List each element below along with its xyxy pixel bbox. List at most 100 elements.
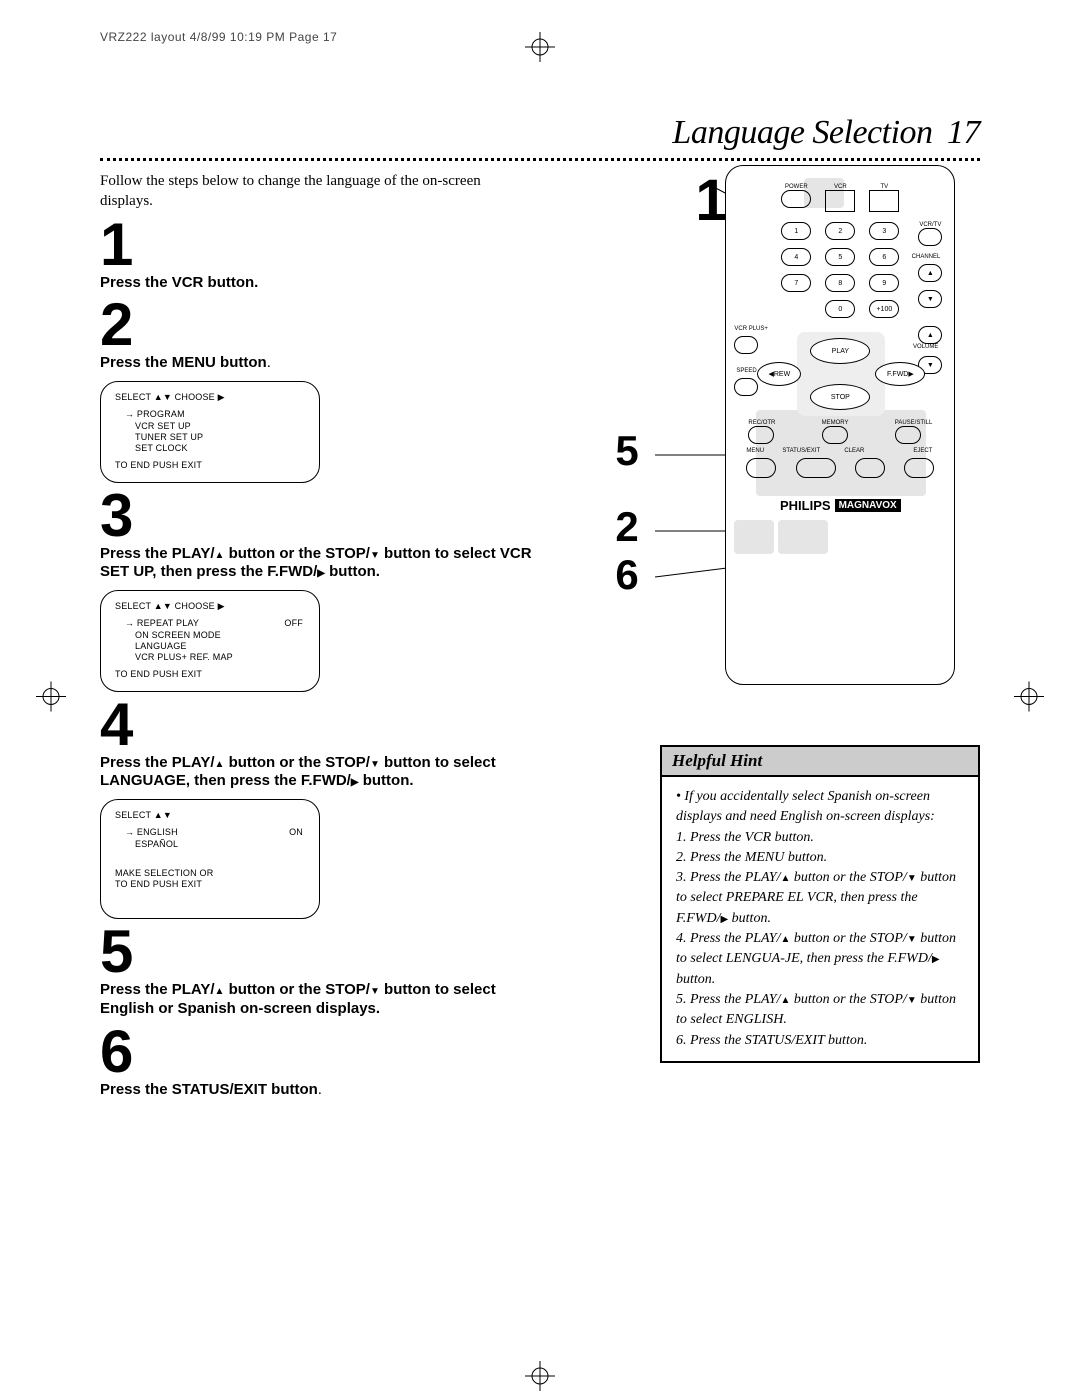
step-5-text: Press the PLAY/ button or the STOP/ butt… [100,981,535,1019]
num-3-button[interactable]: 3 [869,222,899,240]
step-1-number: 1 [100,218,535,272]
right-triangle-icon [317,563,325,580]
osd3-item: ENGLISH [125,827,307,838]
statusexit-button[interactable] [796,458,836,478]
osd-screen-2: SELECT ▲▼ CHOOSE ▶ REPEAT PLAY OFF ON SC… [100,590,320,692]
osd2-footer: TO END PUSH EXIT [115,669,307,680]
step-1-text: Press the VCR button. [100,274,258,291]
num-0-button[interactable]: 0 [825,300,855,318]
pointer-2: 2 [615,503,638,551]
up-triangle-icon [781,992,791,1007]
num-9-button[interactable]: 9 [869,274,899,292]
osd1-footer: TO END PUSH EXIT [115,460,307,471]
clear-button[interactable] [855,458,885,478]
rewind-button[interactable]: ◀ REW [757,362,801,386]
down-triangle-icon [370,545,380,562]
osd3-footer-2: TO END PUSH EXIT [115,879,307,890]
up-triangle-icon [215,754,225,771]
num-6-button[interactable]: 6 [869,248,899,266]
vcr-button[interactable] [825,190,855,212]
transport-controls: PLAY STOP ◀ REW F.FWD ▶ [755,338,925,410]
ffwd-button[interactable]: F.FWD ▶ [875,362,925,386]
steps-column: Follow the steps below to change the lan… [100,171,535,1099]
pointer-5: 5 [615,427,638,475]
hint-step-4: 4. Press the PLAY/ button or the STOP/ b… [676,929,964,990]
eject-label: EJECT [913,448,932,454]
helpful-hint-box: Helpful Hint If you accidentally select … [660,745,980,1063]
hint-bullet: If you accidentally select Spanish on-sc… [676,787,964,828]
num-1-button[interactable]: 1 [781,222,811,240]
osd-screen-3: SELECT ▲▼ ENGLISH ON ESPAÑOL MAKE SELECT… [100,799,320,919]
menu-button[interactable] [746,458,776,478]
num-8-button[interactable]: 8 [825,274,855,292]
menu-label: MENU [746,448,764,454]
osd1-item: PROGRAM [125,409,307,420]
up-triangle-icon [215,981,225,998]
title-row: Language Selection 17 [100,114,980,152]
osd2-value: OFF [284,618,303,629]
brand-row: PHILIPS MAGNAVOX [740,498,940,513]
vcrtv-button[interactable] [918,228,942,246]
manual-page: VRZ222 layout 4/8/99 10:19 PM Page 17 La… [0,0,1080,1397]
up-triangle-icon [781,870,791,885]
vcrtv-label: VCR/TV [918,222,942,228]
down-triangle-icon [370,754,380,771]
page-number: 17 [947,114,980,151]
right-triangle-icon [351,772,359,789]
osd1-header: SELECT ▲▼ CHOOSE ▶ [115,392,307,403]
up-triangle-icon [215,545,225,562]
osd2-item: VCR PLUS+ REF. MAP [135,652,307,663]
step-3-number: 3 [100,489,535,543]
brand-philips: PHILIPS [780,498,831,513]
dotted-separator [100,158,980,161]
crop-mark-left-icon [36,681,66,716]
speed-label: SPEED [736,368,756,374]
step-4-number: 4 [100,698,535,752]
num-5-button[interactable]: 5 [825,248,855,266]
osd3-footer-1: MAKE SELECTION OR [115,868,307,879]
remote-diagram: 5 2 6 [625,165,955,685]
step-2-number: 2 [100,298,535,352]
brand-magnavox: MAGNAVOX [835,499,901,512]
num-4-button[interactable]: 4 [781,248,811,266]
channel-up-button[interactable]: ▲ [918,264,942,282]
osd3-value: ON [289,827,303,838]
tv-button[interactable] [869,190,899,212]
hint-step-5: 5. Press the PLAY/ button or the STOP/ b… [676,990,964,1031]
crop-mark-top-icon [525,32,555,62]
eject-button[interactable] [904,458,934,478]
crop-mark-bottom-icon [525,1361,555,1391]
osd2-item: LANGUAGE [135,641,307,652]
down-triangle-icon [907,870,917,885]
step-4-text: Press the PLAY/ button or the STOP/ butt… [100,754,535,792]
vcrplus-label: VCR PLUS+ [734,326,768,332]
statusexit-label: STATUS/EXIT [782,448,820,454]
intro-text: Follow the steps below to change the lan… [100,171,535,212]
step-6-text: Press the STATUS/EXIT button [100,1081,318,1098]
up-triangle-icon [781,931,791,946]
helpful-hint-title: Helpful Hint [662,747,978,777]
step-6-number: 6 [100,1025,535,1079]
number-pad: 1 2 3 4 5 6 7 8 9 0 +100 [740,222,940,318]
power-label: POWER [781,184,811,190]
osd1-item: TUNER SET UP [135,432,307,443]
step-5-number: 5 [100,925,535,979]
channel-down-button[interactable]: ▼ [918,290,942,308]
down-triangle-icon [907,931,917,946]
down-triangle-icon [907,992,917,1007]
stop-button[interactable]: STOP [810,384,870,410]
power-button[interactable] [781,190,811,208]
num-100-button[interactable]: +100 [869,300,899,318]
num-7-button[interactable]: 7 [781,274,811,292]
step-2-text: Press the MENU button [100,354,267,371]
remote-control: POWER VCR TV VCR/TV [725,165,955,685]
hint-step-2: 2. Press the MENU button. [676,848,964,868]
play-button[interactable]: PLAY [810,338,870,364]
hint-step-3: 3. Press the PLAY/ button or the STOP/ b… [676,868,964,929]
osd1-item: VCR SET UP [135,421,307,432]
osd3-item: ESPAÑOL [135,839,307,850]
channel-label: CHANNEL [912,254,941,260]
num-2-button[interactable]: 2 [825,222,855,240]
page-title: Language Selection [672,114,932,151]
right-column: 1 3-4 5 2 6 [565,171,980,1099]
